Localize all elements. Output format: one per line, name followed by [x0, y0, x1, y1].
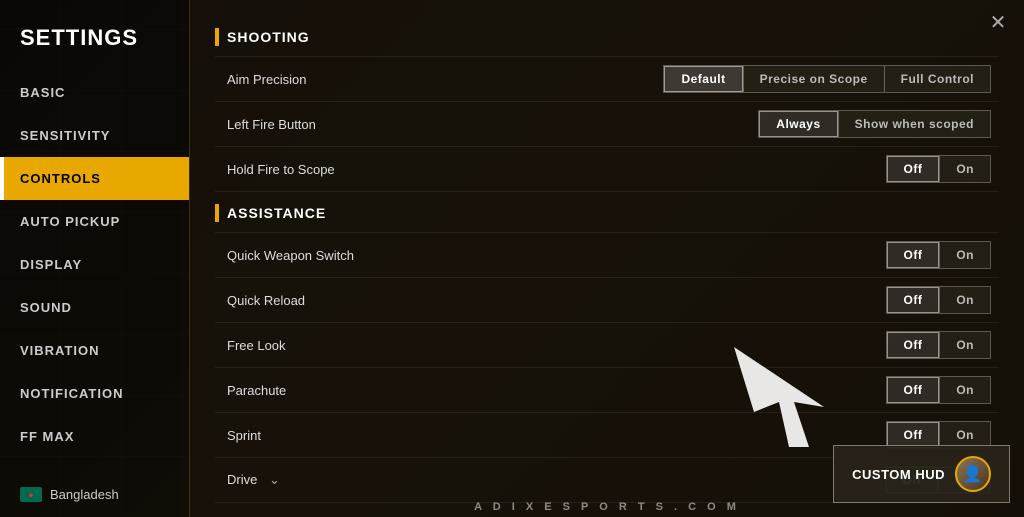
table-row: Quick Weapon Switch Off On — [215, 233, 999, 278]
free-look-controls: Off On — [568, 323, 999, 368]
main-content: ✕ SHOOTING Aim Precision Default Precise… — [190, 0, 1024, 517]
section-bar-assistance — [215, 204, 219, 222]
shooting-table: Aim Precision Default Precise on Scope F… — [215, 56, 999, 192]
sidebar-item-controls[interactable]: CONTROLS — [0, 157, 189, 200]
parachute-on-btn[interactable]: On — [939, 377, 990, 403]
shooting-section-title: SHOOTING — [227, 29, 310, 45]
quick-reload-toggle-group: Off On — [886, 286, 992, 314]
quick-weapon-toggle-group: Off On — [886, 241, 992, 269]
hold-fire-controls: Off On — [568, 147, 999, 192]
assistance-section-header: ASSISTANCE — [215, 204, 999, 222]
hold-fire-label: Hold Fire to Scope — [215, 147, 568, 192]
table-row: Hold Fire to Scope Off On — [215, 147, 999, 192]
quick-reload-off-btn[interactable]: Off — [887, 287, 940, 313]
avatar: 👤 — [955, 456, 991, 492]
quick-reload-on-btn[interactable]: On — [939, 287, 990, 313]
sidebar-item-notification[interactable]: NOTIFICATION — [0, 372, 189, 415]
region-info: Bangladesh — [0, 472, 189, 517]
aim-precision-fullcontrol-btn[interactable]: Full Control — [884, 66, 990, 92]
sidebar-item-basic[interactable]: BASIC — [0, 71, 189, 114]
left-fire-controls: Always Show when scoped — [568, 102, 999, 147]
sidebar-item-sound[interactable]: SOUND — [0, 286, 189, 329]
sidebar-item-ffmax[interactable]: FF MAX — [0, 415, 189, 458]
quick-reload-controls: Off On — [568, 278, 999, 323]
left-fire-toggle-group: Always Show when scoped — [758, 110, 991, 138]
left-fire-always-btn[interactable]: Always — [759, 111, 837, 137]
table-row: Free Look Off On — [215, 323, 999, 368]
left-fire-label: Left Fire Button — [215, 102, 568, 147]
sidebar-item-display[interactable]: DISPLAY — [0, 243, 189, 286]
hold-fire-toggle-group: Off On — [886, 155, 992, 183]
hold-fire-off-btn[interactable]: Off — [887, 156, 940, 182]
sidebar-item-sensitivity[interactable]: SENSITIVITY — [0, 114, 189, 157]
left-fire-scoped-btn[interactable]: Show when scoped — [838, 111, 990, 137]
drive-label: Drive ⌄ — [215, 458, 568, 503]
free-look-label: Free Look — [215, 323, 568, 368]
settings-title: SETTINGS — [0, 10, 189, 71]
app-container: SETTINGS BASIC SENSITIVITY CONTROLS AUTO… — [0, 0, 1024, 517]
sidebar-item-vibration[interactable]: VIBRATION — [0, 329, 189, 372]
aim-precision-default-btn[interactable]: Default — [664, 66, 742, 92]
aim-precision-label: Aim Precision — [215, 57, 568, 102]
sprint-label: Sprint — [215, 413, 568, 458]
table-row: Quick Reload Off On — [215, 278, 999, 323]
custom-hud-button[interactable]: CUSTOM HUD 👤 — [833, 445, 1010, 503]
table-row: Aim Precision Default Precise on Scope F… — [215, 57, 999, 102]
quick-weapon-on-btn[interactable]: On — [939, 242, 990, 268]
custom-hud-label: CUSTOM HUD — [852, 467, 945, 482]
parachute-label: Parachute — [215, 368, 568, 413]
parachute-toggle-group: Off On — [886, 376, 992, 404]
watermark: A D I X E S P O R T S . C O M — [474, 501, 740, 513]
quick-weapon-label: Quick Weapon Switch — [215, 233, 568, 278]
drive-dropdown-icon[interactable]: ⌄ — [269, 472, 280, 487]
aim-precision-controls: Default Precise on Scope Full Control — [568, 57, 999, 102]
parachute-off-btn[interactable]: Off — [887, 377, 940, 403]
free-look-off-btn[interactable]: Off — [887, 332, 940, 358]
hold-fire-on-btn[interactable]: On — [939, 156, 990, 182]
sidebar: SETTINGS BASIC SENSITIVITY CONTROLS AUTO… — [0, 0, 190, 517]
free-look-on-btn[interactable]: On — [939, 332, 990, 358]
quick-reload-label: Quick Reload — [215, 278, 568, 323]
table-row: Parachute Off On — [215, 368, 999, 413]
parachute-controls: Off On — [568, 368, 999, 413]
assistance-section-title: ASSISTANCE — [227, 205, 326, 221]
free-look-toggle-group: Off On — [886, 331, 992, 359]
sidebar-item-auto-pickup[interactable]: AUTO PICKUP — [0, 200, 189, 243]
quick-weapon-controls: Off On — [568, 233, 999, 278]
aim-precision-precise-btn[interactable]: Precise on Scope — [743, 66, 884, 92]
flag-icon — [20, 487, 42, 502]
aim-precision-toggle-group: Default Precise on Scope Full Control — [663, 65, 991, 93]
table-row: Left Fire Button Always Show when scoped — [215, 102, 999, 147]
shooting-section-header: SHOOTING — [215, 28, 999, 46]
close-button[interactable]: ✕ — [984, 8, 1012, 36]
section-bar-shooting — [215, 28, 219, 46]
quick-weapon-off-btn[interactable]: Off — [887, 242, 940, 268]
